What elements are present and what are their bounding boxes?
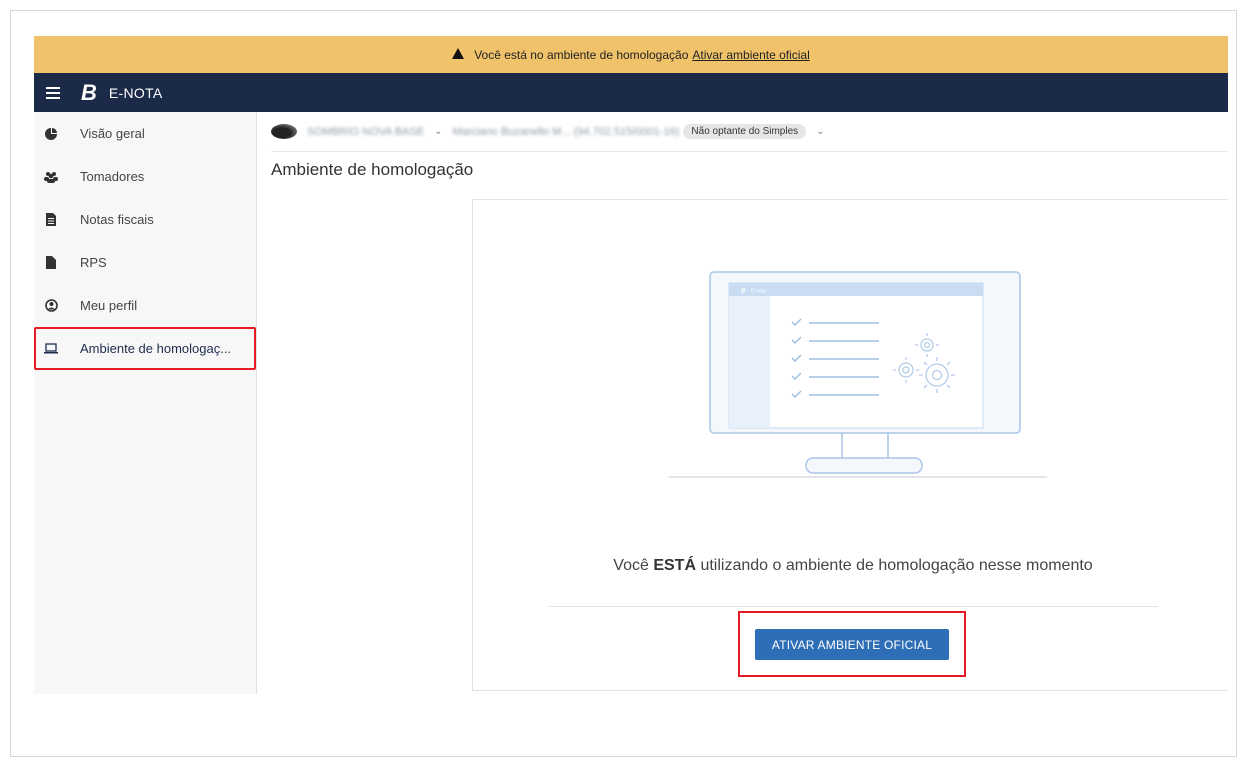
menu-icon[interactable] xyxy=(46,86,60,99)
top-nav: B E-NOTA xyxy=(34,73,1228,112)
app: Você está no ambiente de homologação Ati… xyxy=(34,36,1228,694)
message-emphasis: ESTÁ xyxy=(653,557,696,574)
banner-text: Você está no ambiente de homologação xyxy=(474,47,689,62)
homologation-card: B E-nota Você ESTÁ utilizando o ambiente… xyxy=(472,199,1228,691)
sidebar-item-label: Notas fiscais xyxy=(80,212,154,227)
users-icon xyxy=(44,170,58,184)
sidebar-item-rps[interactable]: RPS xyxy=(34,241,256,284)
sidebar-item-label: RPS xyxy=(80,255,107,270)
sidebar-item-visao-geral[interactable]: Visão geral xyxy=(34,112,256,155)
company-name[interactable]: SOMBRIO NOVA BASE xyxy=(307,126,424,138)
file-icon xyxy=(44,256,58,270)
button-highlight: ATIVAR AMBIENTE OFICIAL xyxy=(738,611,966,677)
activate-official-link[interactable]: Ativar ambiente oficial xyxy=(692,48,809,62)
logo[interactable]: B xyxy=(81,80,97,106)
sidebar-item-label: Visão geral xyxy=(80,126,145,141)
sidebar-item-tomadores[interactable]: Tomadores xyxy=(34,155,256,198)
sidebar-item-ambiente-homologacao[interactable]: Ambiente de homologaç... xyxy=(34,327,256,370)
chevron-down-icon[interactable]: ⌄ xyxy=(434,126,442,137)
sidebar-item-meu-perfil[interactable]: Meu perfil xyxy=(34,284,256,327)
main-content: SOMBRIO NOVA BASE ⌄ Marciano Buzanello M… xyxy=(257,112,1228,694)
sidebar: Visão geral Tomadores Notas fiscais RPS … xyxy=(34,112,257,694)
activate-official-button[interactable]: ATIVAR AMBIENTE OFICIAL xyxy=(755,629,949,660)
illustration-brand: E-nota xyxy=(751,289,766,295)
brand-name[interactable]: E-NOTA xyxy=(109,85,163,101)
laptop-icon xyxy=(44,342,58,356)
person-name[interactable]: Marciano Buzanello M... (94.702.515/0001… xyxy=(453,126,680,138)
chevron-down-icon[interactable]: ⌄ xyxy=(816,126,824,137)
homologation-banner: Você está no ambiente de homologação Ati… xyxy=(34,36,1228,73)
computer-illustration-icon: B E-nota xyxy=(669,271,1047,478)
sidebar-item-label: Tomadores xyxy=(80,169,145,184)
sidebar-item-label: Ambiente de homologaç... xyxy=(80,341,232,356)
homologation-message: Você ESTÁ utilizando o ambiente de homol… xyxy=(613,557,1093,574)
page-title: Ambiente de homologação xyxy=(271,160,474,179)
sidebar-item-notas-fiscais[interactable]: Notas fiscais xyxy=(34,198,256,241)
document-icon xyxy=(44,213,58,227)
company-avatar[interactable] xyxy=(271,124,297,139)
svg-text:B: B xyxy=(741,289,746,295)
user-circle-icon xyxy=(44,299,58,313)
pie-chart-icon xyxy=(44,127,58,141)
divider xyxy=(548,606,1158,607)
tax-regime-badge: Não optante do Simples xyxy=(683,124,807,139)
warning-icon xyxy=(452,48,465,59)
sidebar-item-label: Meu perfil xyxy=(80,298,138,313)
company-selector-bar: SOMBRIO NOVA BASE ⌄ Marciano Buzanello M… xyxy=(271,112,1228,152)
